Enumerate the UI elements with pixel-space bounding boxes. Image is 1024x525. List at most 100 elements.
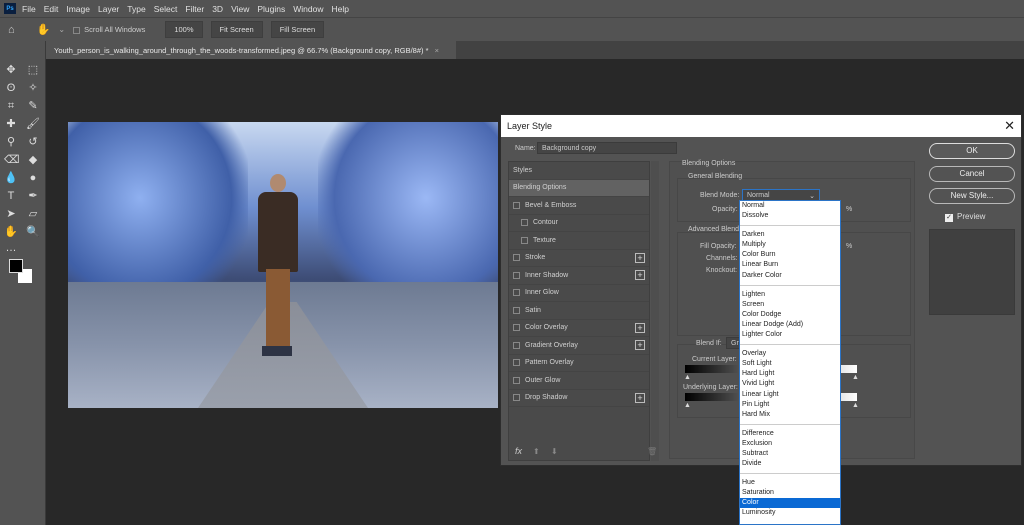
style-item-blending-options[interactable]: Blending Options [509, 179, 649, 197]
close-tab-icon[interactable]: × [435, 46, 439, 55]
chevron-down-icon[interactable]: ⌄ [58, 25, 65, 34]
menu-view[interactable]: View [231, 4, 249, 14]
blend-mode-option[interactable]: Hard Light [740, 369, 840, 379]
styles-scrollbar[interactable] [651, 161, 659, 461]
name-input[interactable]: Background copy [537, 142, 677, 154]
blend-mode-option[interactable]: Normal [740, 201, 840, 211]
add-icon[interactable]: + [635, 252, 645, 263]
style-item-outer-glow[interactable]: Outer Glow [509, 372, 649, 390]
style-item-inner-shadow[interactable]: Inner Shadow + [509, 267, 649, 285]
blend-mode-option[interactable]: Multiply [740, 240, 840, 250]
blend-mode-option[interactable]: Divide [740, 459, 840, 469]
blend-mode-option[interactable]: Subtract [740, 449, 840, 459]
blur-tool-icon[interactable]: 💧 [4, 171, 18, 185]
dodge-tool-icon[interactable]: ● [26, 171, 40, 185]
slider-handle-black[interactable]: ▲ [684, 402, 691, 409]
shape-tool-icon[interactable]: ▱ [26, 207, 40, 221]
blend-mode-option[interactable]: Darker Color [740, 271, 840, 281]
add-icon[interactable]: + [635, 340, 645, 351]
blend-mode-option[interactable]: Pin Light [740, 400, 840, 410]
blend-mode-option[interactable]: Overlay [740, 349, 840, 359]
ok-button[interactable]: OK [929, 143, 1015, 159]
menu-image[interactable]: Image [66, 4, 90, 14]
menu-type[interactable]: Type [127, 4, 145, 14]
blend-mode-option[interactable]: Lighter Color [740, 330, 840, 340]
move-down-icon[interactable]: ⬇ [551, 447, 558, 456]
menu-help[interactable]: Help [331, 4, 348, 14]
checkbox[interactable] [521, 236, 528, 244]
canvas-image[interactable] [68, 122, 498, 408]
checkbox[interactable] [513, 341, 520, 349]
blend-mode-option[interactable]: Linear Light [740, 390, 840, 400]
slider-handle-black[interactable]: ▲ [684, 374, 691, 381]
menu-window[interactable]: Window [293, 4, 323, 14]
blend-mode-option[interactable]: Dissolve [740, 211, 840, 221]
preview-checkbox[interactable]: ✓ Preview [945, 212, 985, 222]
fit-screen-button[interactable]: Fit Screen [210, 21, 263, 38]
blend-mode-option[interactable]: Hard Mix [740, 410, 840, 420]
new-style-button[interactable]: New Style... [929, 188, 1015, 204]
eyedropper-tool-icon[interactable]: ✎ [26, 99, 40, 113]
trash-icon[interactable]: 🗑 [647, 447, 657, 456]
add-icon[interactable]: + [635, 270, 645, 281]
hand-tool-icon[interactable]: ✋ [4, 225, 18, 239]
more-tools-icon[interactable]: … [4, 241, 18, 255]
paint-bucket-tool-icon[interactable]: ◆ [26, 153, 40, 167]
style-item-color-overlay[interactable]: Color Overlay + [509, 320, 649, 337]
zoom-100-button[interactable]: 100% [165, 21, 203, 38]
style-item-texture[interactable]: Texture [509, 232, 649, 250]
zoom-tool-icon[interactable]: 🔍 [26, 225, 40, 239]
add-icon[interactable]: + [635, 392, 645, 403]
blend-mode-option[interactable]: Luminosity [740, 508, 840, 518]
blend-mode-option[interactable]: Screen [740, 300, 840, 310]
blend-mode-option[interactable]: Linear Dodge (Add) [740, 320, 840, 330]
style-item-styles[interactable]: Styles [509, 162, 649, 180]
style-item-gradient-overlay[interactable]: Gradient Overlay + [509, 337, 649, 355]
eraser-tool-icon[interactable]: ⌫ [4, 153, 20, 167]
style-item-satin[interactable]: Satin [509, 302, 649, 320]
blend-mode-option[interactable]: Hue [740, 478, 840, 488]
blend-mode-option[interactable]: Vivid Light [740, 379, 840, 389]
fx-button[interactable]: fx [515, 446, 522, 456]
style-item-pattern-overlay[interactable]: Pattern Overlay [509, 355, 649, 372]
checkbox[interactable] [513, 359, 520, 367]
lasso-tool-icon[interactable]: ʘ [4, 81, 18, 95]
checkbox[interactable] [513, 376, 520, 384]
pen-tool-icon[interactable]: ✒ [26, 189, 40, 203]
checkbox[interactable] [521, 219, 528, 227]
menu-select[interactable]: Select [154, 4, 178, 14]
checkbox[interactable] [513, 254, 520, 262]
marquee-tool-icon[interactable]: ⬚ [26, 63, 40, 77]
style-item-contour[interactable]: Contour [509, 215, 649, 232]
move-tool-icon[interactable]: ✥ [4, 63, 18, 77]
style-item-inner-glow[interactable]: Inner Glow [509, 285, 649, 302]
crop-tool-icon[interactable]: ⌗ [4, 99, 18, 113]
stamp-tool-icon[interactable]: ⚲ [4, 135, 18, 149]
brush-tool-icon[interactable]: 🖌 [26, 117, 40, 131]
style-item-drop-shadow[interactable]: Drop Shadow + [509, 390, 649, 407]
blend-mode-option[interactable]: Soft Light [740, 359, 840, 369]
foreground-color-swatch[interactable] [9, 259, 23, 273]
blend-mode-option[interactable]: Exclusion [740, 439, 840, 449]
hand-tool-icon[interactable]: ✋ [37, 23, 51, 36]
menu-3d[interactable]: 3D [212, 4, 223, 14]
blend-mode-option[interactable]: Color [740, 498, 840, 509]
slider-handle-white[interactable]: ▲ [852, 374, 859, 381]
scroll-all-windows-checkbox[interactable]: Scroll All Windows [73, 25, 145, 34]
style-item-bevel-emboss[interactable]: Bevel & Emboss [509, 197, 649, 215]
fill-screen-button[interactable]: Fill Screen [270, 21, 325, 38]
home-icon[interactable]: ⌂ [8, 24, 15, 36]
blend-mode-option[interactable]: Lighten [740, 290, 840, 300]
blend-mode-option[interactable]: Saturation [740, 488, 840, 498]
document-tab[interactable]: Youth_person_is_walking_around_through_t… [46, 41, 456, 59]
checkbox[interactable] [513, 394, 520, 402]
checkbox[interactable] [513, 201, 520, 209]
close-icon[interactable]: ✕ [1004, 118, 1015, 134]
blend-mode-option[interactable]: Color Burn [740, 250, 840, 260]
path-select-tool-icon[interactable]: ➤ [4, 207, 18, 221]
cancel-button[interactable]: Cancel [929, 166, 1015, 182]
checkbox[interactable] [513, 289, 520, 297]
checkbox[interactable] [513, 324, 520, 332]
menu-file[interactable]: File [22, 4, 36, 14]
blend-mode-option[interactable]: Difference [740, 429, 840, 439]
